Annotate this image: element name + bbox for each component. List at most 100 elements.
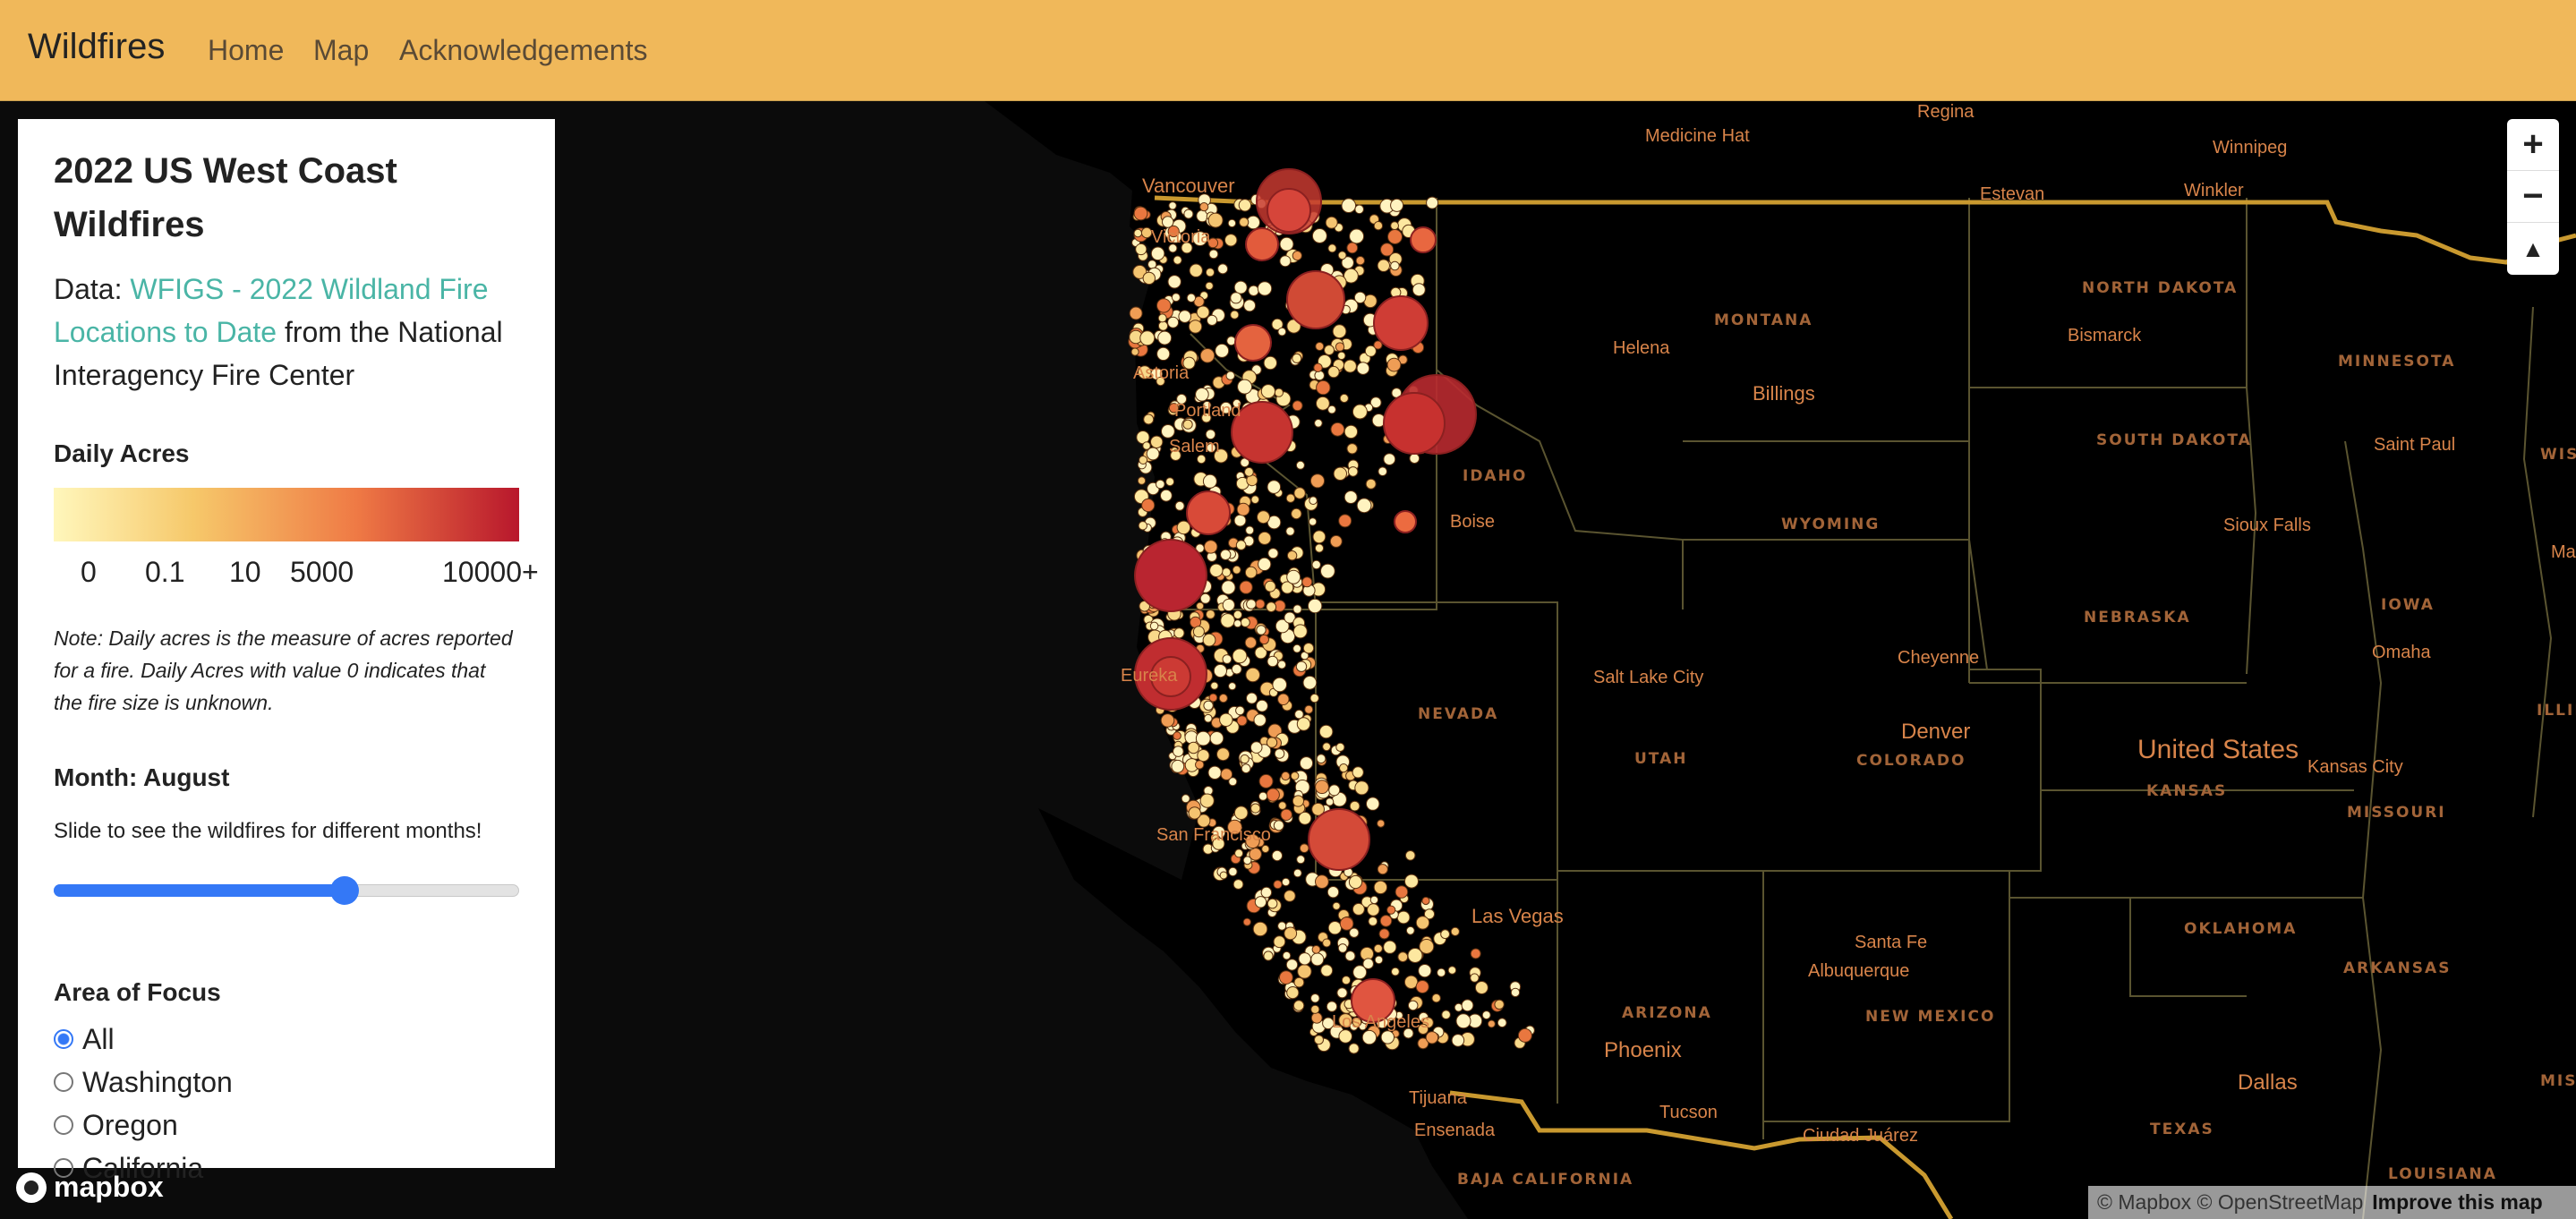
fire-marker[interactable] [1294, 709, 1304, 720]
fire-marker[interactable] [1380, 243, 1395, 257]
fire-marker[interactable] [1252, 921, 1268, 937]
fire-marker[interactable] [1315, 780, 1329, 795]
fire-marker[interactable] [1314, 543, 1325, 553]
fire-marker[interactable] [1256, 699, 1268, 712]
fire-marker[interactable] [1278, 801, 1287, 810]
fire-marker[interactable] [1222, 567, 1232, 577]
fire-marker[interactable] [1292, 1000, 1305, 1011]
compass-button[interactable]: ▲ [2507, 223, 2559, 275]
fire-marker[interactable] [1230, 292, 1242, 304]
fire-marker[interactable] [1292, 624, 1308, 639]
fire-marker[interactable] [1461, 999, 1474, 1012]
fire-marker[interactable] [1378, 928, 1390, 940]
fire-marker[interactable] [1234, 324, 1272, 362]
fire-marker[interactable] [1165, 477, 1175, 487]
fire-marker[interactable] [1233, 514, 1247, 527]
fire-marker[interactable] [1196, 305, 1210, 320]
fire-marker[interactable] [1396, 910, 1411, 925]
fire-marker[interactable] [1403, 975, 1419, 989]
fire-marker[interactable] [1232, 565, 1241, 575]
fire-marker[interactable] [1355, 256, 1366, 266]
fire-marker[interactable] [1176, 520, 1191, 535]
fire-marker[interactable] [1447, 966, 1457, 975]
fire-marker[interactable] [1316, 379, 1331, 396]
fire-marker[interactable] [1277, 693, 1290, 705]
fire-marker[interactable] [1374, 955, 1384, 965]
fire-marker[interactable] [1302, 643, 1315, 654]
fire-marker[interactable] [1202, 473, 1217, 489]
fire-marker[interactable] [1517, 1027, 1532, 1043]
fire-marker[interactable] [1281, 877, 1291, 887]
fire-marker[interactable] [1330, 422, 1345, 437]
fire-marker[interactable] [1302, 675, 1318, 690]
fire-marker[interactable] [1220, 549, 1232, 560]
fire-marker[interactable] [1245, 525, 1255, 535]
fire-marker[interactable] [1352, 902, 1365, 916]
fire-marker[interactable] [1244, 636, 1258, 649]
fire-marker[interactable] [1240, 754, 1250, 764]
fire-marker[interactable] [1182, 419, 1193, 430]
fire-marker[interactable] [1295, 460, 1305, 470]
fire-marker[interactable] [1204, 713, 1213, 723]
fire-marker[interactable] [1405, 925, 1415, 935]
fire-marker[interactable] [1293, 487, 1306, 499]
fire-marker[interactable] [1160, 713, 1175, 728]
fire-marker[interactable] [1188, 320, 1203, 334]
fire-marker[interactable] [1327, 243, 1337, 253]
fire-marker[interactable] [1197, 749, 1210, 763]
fire-marker[interactable] [1149, 621, 1159, 631]
fire-marker[interactable] [1260, 886, 1273, 899]
fire-marker[interactable] [1310, 1004, 1320, 1014]
fire-marker[interactable] [1203, 700, 1214, 711]
fire-marker[interactable] [1316, 754, 1326, 764]
fire-marker[interactable] [1332, 324, 1347, 339]
fire-marker[interactable] [1267, 655, 1279, 668]
fire-marker[interactable] [1383, 453, 1396, 466]
fire-marker[interactable] [1258, 531, 1272, 545]
fire-marker[interactable] [1187, 741, 1200, 754]
fire-marker[interactable] [1284, 890, 1296, 902]
fire-marker[interactable] [1311, 945, 1321, 954]
fire-marker[interactable] [1325, 216, 1338, 229]
radio-option-all[interactable]: All [54, 1018, 519, 1061]
fire-marker[interactable] [1195, 388, 1209, 402]
fire-marker[interactable] [1292, 251, 1302, 261]
fire-marker[interactable] [1286, 550, 1298, 561]
fire-marker[interactable] [1367, 903, 1380, 916]
fire-marker[interactable] [1243, 299, 1257, 312]
fire-marker[interactable] [1348, 874, 1363, 890]
fire-marker[interactable] [1178, 310, 1191, 323]
fire-marker[interactable] [1313, 362, 1323, 372]
fire-marker[interactable] [1266, 737, 1278, 748]
fire-marker[interactable] [1314, 1035, 1324, 1045]
fire-marker[interactable] [1160, 489, 1173, 502]
fire-marker[interactable] [1397, 951, 1409, 963]
fire-marker[interactable] [1192, 626, 1205, 638]
fire-marker[interactable] [1421, 896, 1430, 906]
fire-marker[interactable] [1286, 270, 1345, 329]
fire-marker[interactable] [1171, 759, 1185, 773]
fire-marker[interactable] [1284, 926, 1298, 941]
fire-marker[interactable] [1339, 393, 1349, 404]
fire-marker[interactable] [1209, 731, 1224, 746]
fire-marker[interactable] [1273, 935, 1286, 949]
fire-marker[interactable] [1279, 236, 1294, 251]
fire-marker[interactable] [1233, 806, 1249, 821]
fire-marker[interactable] [1407, 1000, 1419, 1011]
fire-marker[interactable] [1258, 773, 1274, 789]
fire-marker[interactable] [1239, 217, 1250, 227]
fire-marker[interactable] [1328, 784, 1341, 797]
fire-marker[interactable] [1307, 598, 1323, 614]
fire-marker[interactable] [1156, 479, 1165, 490]
radio-label[interactable]: Washington [82, 1066, 233, 1099]
fire-marker[interactable] [1233, 280, 1248, 294]
fire-marker[interactable] [1285, 959, 1299, 971]
fire-marker[interactable] [1167, 316, 1180, 328]
fire-marker[interactable] [1298, 952, 1311, 966]
fire-marker[interactable] [1510, 987, 1521, 998]
fire-marker[interactable] [1326, 886, 1340, 899]
fire-marker[interactable] [1277, 660, 1287, 669]
fire-marker[interactable] [1207, 765, 1222, 780]
fire-marker[interactable] [1277, 327, 1287, 337]
fire-marker[interactable] [1199, 793, 1215, 808]
